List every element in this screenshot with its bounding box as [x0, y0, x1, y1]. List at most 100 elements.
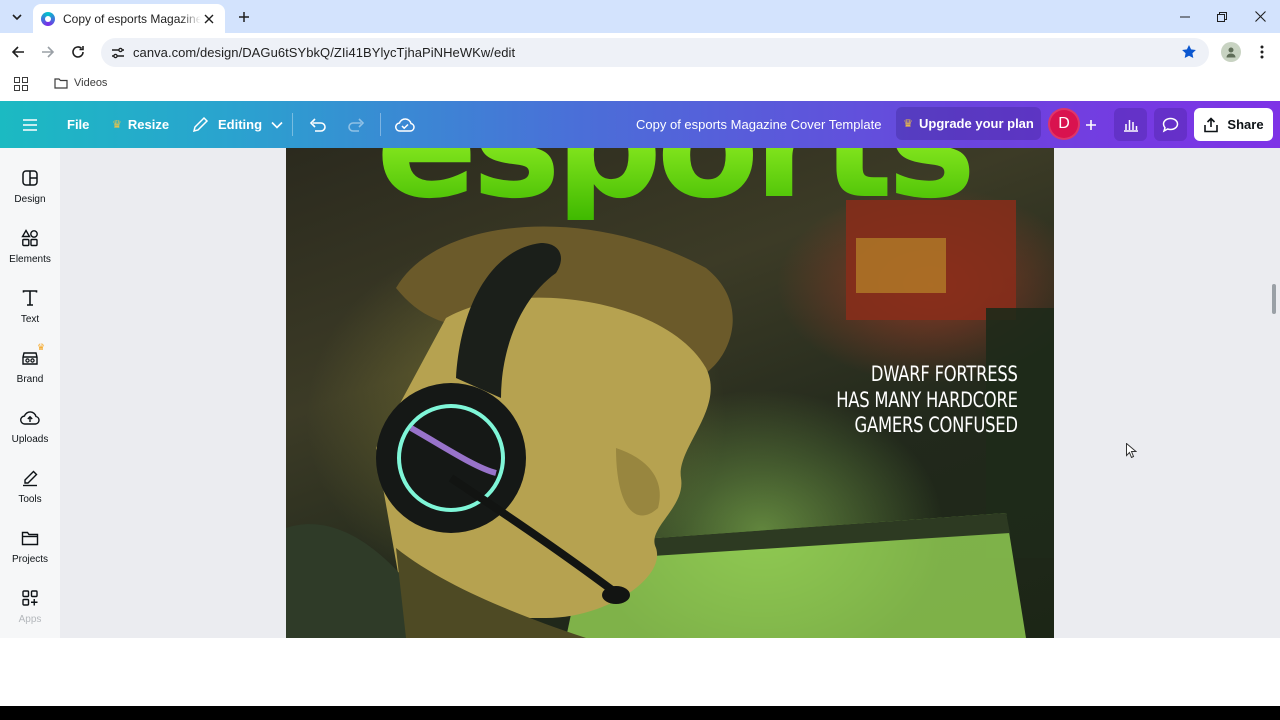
share-icon — [1204, 116, 1219, 132]
cover-headline[interactable]: DWARF FORTRESS HAS MANY HARDCORE GAMERS … — [836, 362, 1018, 439]
crown-icon: ♛ — [37, 342, 46, 352]
sidebar-item-label: Apps — [18, 614, 42, 625]
undo-button[interactable] — [304, 109, 330, 140]
crown-icon: ♛ — [112, 119, 122, 131]
canva-favicon-icon — [41, 11, 55, 26]
browser-tab-active[interactable]: Copy of esports Magazine Cover Template … — [33, 4, 225, 33]
profile-avatar[interactable] — [1221, 42, 1241, 62]
browser-tabstrip: Copy of esports Magazine Cover Template … — [0, 0, 1280, 33]
minimize-button[interactable] — [1166, 0, 1204, 33]
address-bar[interactable]: canva.com/design/DAGu6tSYbkQ/ZIi41BYlycT… — [101, 38, 1209, 67]
profile-icon — [1226, 47, 1236, 58]
upgrade-label: Upgrade your plan — [919, 116, 1034, 131]
share-label: Share — [1227, 117, 1264, 132]
close-icon — [1254, 11, 1266, 22]
header-divider — [380, 113, 381, 136]
tab-close-button[interactable] — [201, 11, 217, 27]
text-icon — [20, 288, 40, 308]
sidebar-item-projects[interactable]: Projects — [0, 508, 60, 568]
tune-icon — [112, 47, 124, 58]
document-title[interactable]: Copy of esports Magazine Cover Template — [636, 101, 881, 148]
back-button[interactable] — [7, 41, 29, 63]
header-divider — [292, 113, 293, 136]
canva-header: File ♛ Resize Editing Copy of esports Ma… — [0, 101, 1280, 148]
file-menu-button[interactable]: File — [67, 101, 89, 148]
undo-icon — [309, 117, 326, 132]
apps-icon — [20, 588, 40, 608]
browser-toolbar: canva.com/design/DAGu6tSYbkQ/ZIi41BYlycT… — [0, 33, 1280, 71]
bookmark-star-icon[interactable] — [1181, 44, 1197, 65]
sidebar-item-uploads[interactable]: Uploads — [0, 388, 60, 448]
restore-button[interactable] — [1203, 0, 1241, 33]
screen-bottom-edge — [0, 706, 1280, 720]
elements-icon — [20, 228, 40, 248]
tab-search-button[interactable] — [6, 6, 28, 28]
insights-button[interactable] — [1114, 108, 1147, 141]
comments-button[interactable] — [1154, 108, 1187, 141]
sidebar-item-elements[interactable]: Elements — [0, 208, 60, 268]
tab-title: Copy of esports Magazine Cover Template … — [63, 11, 202, 26]
magazine-title[interactable]: esports — [376, 148, 976, 220]
pointer-icon — [1126, 443, 1137, 458]
document-title-text: Copy of esports Magazine Cover Template — [636, 117, 882, 132]
forward-button[interactable] — [37, 41, 59, 63]
tools-icon — [20, 468, 40, 488]
sidebar-item-label: Text — [20, 314, 40, 325]
upgrade-plan-button[interactable]: ♛ Upgrade your plan — [896, 107, 1041, 140]
pencil-icon — [192, 116, 209, 133]
headline-line: DWARF FORTRESS — [871, 362, 1018, 386]
bookmark-folder-videos[interactable]: Videos — [54, 77, 107, 89]
sidebar-item-label: Elements — [9, 254, 51, 265]
headline-line: HAS MANY HARDCORE — [836, 387, 1018, 412]
browser-menu-button[interactable] — [1252, 42, 1272, 62]
redo-button[interactable] — [343, 109, 369, 140]
uploads-icon — [20, 408, 40, 428]
sidebar-item-apps[interactable]: Apps — [0, 568, 60, 628]
apps-grid-icon[interactable] — [14, 77, 28, 96]
arrow-left-icon — [11, 46, 24, 58]
arrow-right-icon — [42, 46, 55, 58]
projects-icon — [20, 528, 40, 548]
more-vertical-icon — [1260, 45, 1264, 59]
reload-icon — [72, 46, 84, 58]
user-avatar[interactable]: D — [1048, 108, 1080, 140]
design-icon — [20, 168, 40, 188]
sidebar-item-label: Design — [14, 194, 46, 205]
footer-area — [0, 638, 1280, 706]
resize-button[interactable]: ♛ Resize — [112, 101, 169, 148]
chevron-down-icon — [271, 121, 283, 129]
close-window-button[interactable] — [1241, 0, 1279, 33]
reload-button[interactable] — [67, 41, 89, 63]
new-tab-button[interactable] — [234, 7, 254, 27]
sidebar-item-text[interactable]: Text — [0, 268, 60, 328]
magazine-cover-page[interactable]: esports DWARF FORTRESS HAS MANY HARDCORE… — [286, 148, 1054, 638]
canvas-area[interactable]: esports DWARF FORTRESS HAS MANY HARDCORE… — [60, 148, 1280, 638]
bookmarks-bar: Videos — [0, 71, 1280, 101]
cloud-check-icon — [395, 118, 415, 132]
sidebar-item-tools[interactable]: Tools — [0, 448, 60, 508]
share-button[interactable]: Share — [1194, 108, 1273, 141]
site-info-button[interactable] — [105, 42, 131, 64]
sidebar-item-label: Tools — [18, 494, 42, 505]
main-menu-button[interactable] — [14, 109, 46, 140]
file-label: File — [67, 117, 90, 132]
sidebar-item-label: Brand — [16, 374, 44, 385]
plus-icon — [239, 12, 249, 22]
headline-line: GAMERS CONFUSED — [854, 413, 1018, 437]
hamburger-menu-icon — [23, 118, 37, 131]
editing-mode-dropdown[interactable]: Editing — [192, 101, 283, 148]
avatar-initial: D — [1058, 115, 1070, 132]
restore-icon — [1217, 11, 1227, 22]
add-collaborator-button[interactable] — [1080, 109, 1102, 140]
cloud-save-status-button[interactable] — [392, 109, 418, 140]
plus-icon — [1086, 119, 1096, 130]
sidebar-item-design[interactable]: Design — [0, 148, 60, 208]
canvas-scrollbar[interactable] — [1272, 284, 1276, 314]
url-text: canva.com/design/DAGu6tSYbkQ/ZIi41BYlycT… — [133, 45, 516, 60]
sidebar-item-label: Projects — [11, 554, 49, 565]
chevron-down-icon — [12, 14, 22, 21]
sidebar-item-brand[interactable]: Brand — [0, 328, 60, 388]
resize-label: Resize — [127, 117, 170, 132]
side-rail: Design Elements Text Brand Uploads Tools — [0, 148, 60, 638]
minimize-icon — [1180, 16, 1190, 17]
